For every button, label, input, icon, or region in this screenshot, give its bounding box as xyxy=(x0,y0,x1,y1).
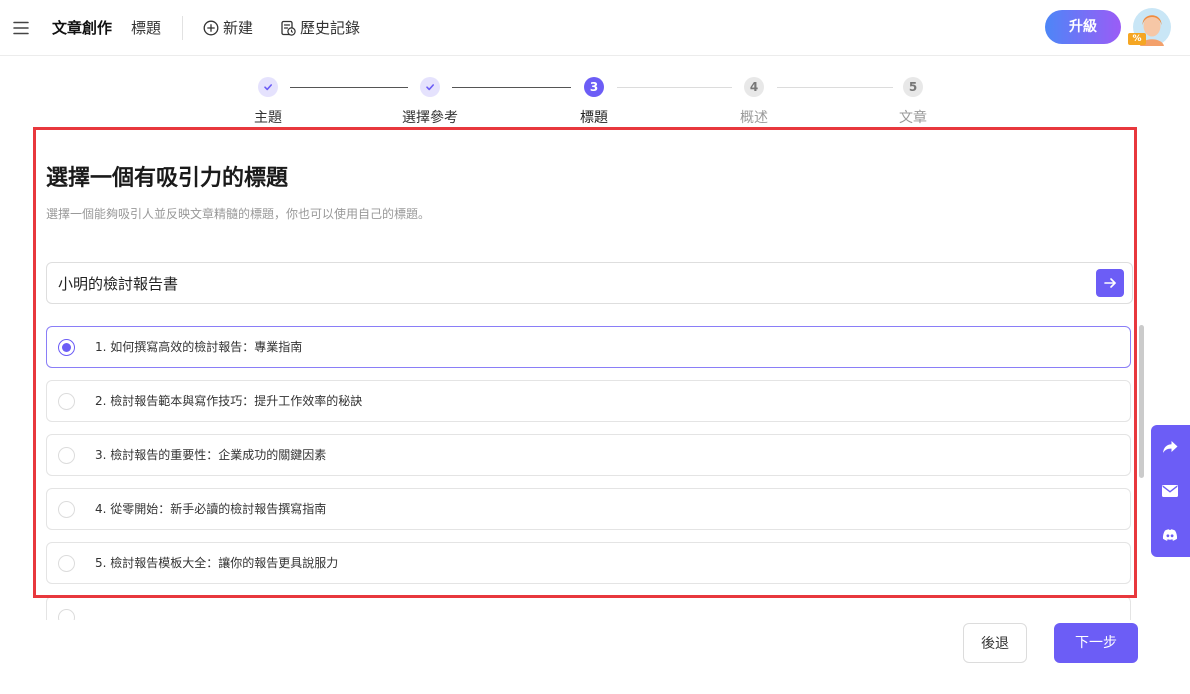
title-option[interactable] xyxy=(46,596,1131,620)
step-topic[interactable]: 主題 xyxy=(218,77,318,128)
share-icon[interactable] xyxy=(1161,438,1179,456)
step-number: 3 xyxy=(589,80,599,94)
radio-button[interactable] xyxy=(58,339,75,356)
step-label: 選擇參考 xyxy=(402,110,458,126)
radio-button[interactable] xyxy=(58,555,75,572)
radio-button[interactable] xyxy=(58,501,75,518)
side-action-panel xyxy=(1151,425,1190,557)
option-label: 1. 如何撰寫高效的檢討報告：專業指南 xyxy=(95,340,303,354)
header-divider xyxy=(182,16,183,40)
avatar[interactable]: % xyxy=(1128,6,1172,50)
step-label: 主題 xyxy=(254,110,282,126)
step-number: 5 xyxy=(908,80,918,94)
step-circle: 3 xyxy=(584,77,604,97)
radio-button[interactable] xyxy=(58,393,75,410)
step-circle xyxy=(420,77,440,97)
app-title[interactable]: 文章創作 xyxy=(52,17,112,39)
step-title[interactable]: 3 標題 xyxy=(544,77,644,128)
option-label: 3. 檢討報告的重要性：企業成功的關鍵因素 xyxy=(95,448,327,462)
step-label: 標題 xyxy=(580,110,608,126)
submit-title-button[interactable] xyxy=(1096,269,1124,297)
title-option[interactable]: 4. 從零開始：新手必讀的檢討報告撰寫指南 xyxy=(46,488,1131,530)
discord-icon[interactable] xyxy=(1161,526,1179,544)
section-title: 標題 xyxy=(131,19,162,37)
option-label: 2. 檢討報告範本與寫作技巧：提升工作效率的秘訣 xyxy=(95,394,363,408)
scrollbar[interactable] xyxy=(1139,325,1144,478)
top-bar: 文章創作 標題 新建 歷史記錄 升級 % xyxy=(0,0,1190,56)
history-icon xyxy=(280,20,296,36)
option-label: 4. 從零開始：新手必讀的檢討報告撰寫指南 xyxy=(95,502,327,516)
hamburger-icon[interactable] xyxy=(12,19,30,37)
history-label: 歷史記錄 xyxy=(300,19,361,37)
title-option[interactable]: 5. 檢討報告模板大全：讓你的報告更具說服力 xyxy=(46,542,1131,584)
title-options-list: 1. 如何撰寫高效的檢討報告：專業指南 2. 檢討報告範本與寫作技巧：提升工作效… xyxy=(46,320,1133,620)
title-input-box xyxy=(46,262,1133,304)
percent-badge-icon: % xyxy=(1128,33,1146,45)
title-input[interactable] xyxy=(47,263,1132,303)
step-outline: 4 概述 xyxy=(704,77,804,128)
step-select-reference[interactable]: 選擇參考 xyxy=(380,77,480,128)
step-label: 概述 xyxy=(740,110,768,126)
arrow-right-icon xyxy=(1102,275,1118,291)
back-button[interactable]: 後退 xyxy=(963,623,1027,663)
step-circle: 5 xyxy=(903,77,923,97)
new-label: 新建 xyxy=(223,19,254,37)
upgrade-button[interactable]: 升級 xyxy=(1045,10,1121,44)
history-button[interactable]: 歷史記錄 xyxy=(280,17,360,39)
title-option[interactable]: 1. 如何撰寫高效的檢討報告：專業指南 xyxy=(46,326,1131,368)
radio-button[interactable] xyxy=(58,447,75,464)
new-button[interactable]: 新建 xyxy=(203,17,253,39)
step-number: 4 xyxy=(749,80,759,94)
step-article: 5 文章 xyxy=(863,77,963,128)
option-label: 5. 檢討報告模板大全：讓你的報告更具說服力 xyxy=(95,556,339,570)
check-icon xyxy=(425,82,435,92)
check-icon xyxy=(263,82,273,92)
step-circle xyxy=(258,77,278,97)
plus-circle-icon xyxy=(203,20,219,36)
step-label: 文章 xyxy=(899,110,927,126)
mail-icon[interactable] xyxy=(1161,482,1179,500)
title-option[interactable]: 3. 檢討報告的重要性：企業成功的關鍵因素 xyxy=(46,434,1131,476)
next-button[interactable]: 下一步 xyxy=(1054,623,1138,663)
page-title: 選擇一個有吸引力的標題 xyxy=(46,166,289,191)
page-subtitle: 選擇一個能夠吸引人並反映文章精髓的標題，你也可以使用自己的標題。 xyxy=(46,207,431,221)
step-circle: 4 xyxy=(744,77,764,97)
radio-button[interactable] xyxy=(58,609,75,620)
title-option[interactable]: 2. 檢討報告範本與寫作技巧：提升工作效率的秘訣 xyxy=(46,380,1131,422)
